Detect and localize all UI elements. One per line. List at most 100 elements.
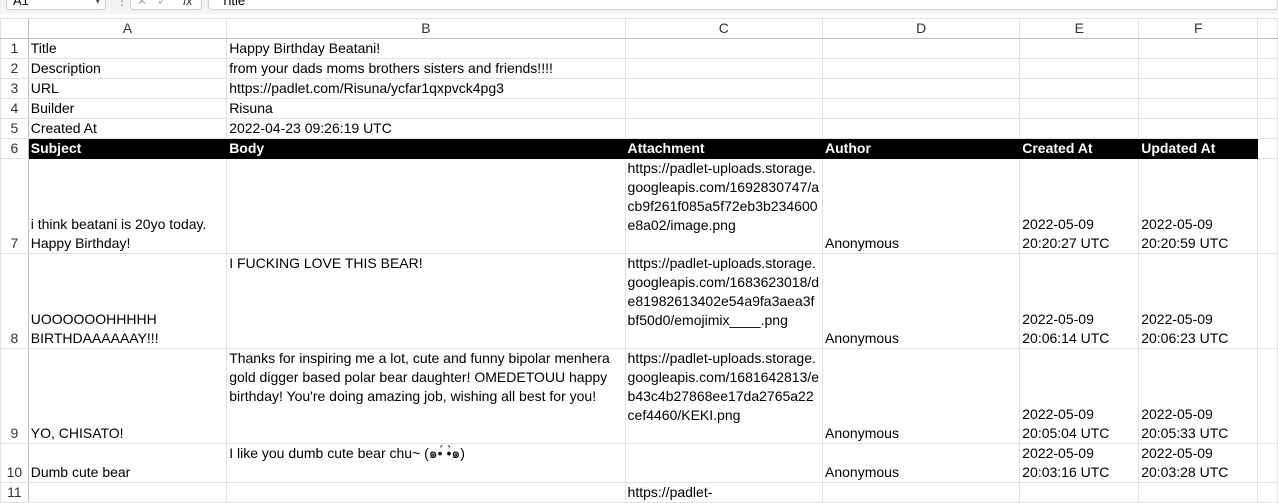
meta-value[interactable]: 2022-04-23 09:26:19 UTC [226,118,626,139]
cell[interactable] [1138,98,1259,119]
column-header-f[interactable]: F [1138,18,1259,39]
cell[interactable] [27,482,228,503]
column-header-g[interactable] [1257,18,1278,39]
subject-cell[interactable]: YO, CHISATO! [27,348,228,444]
meta-label[interactable]: URL [27,78,228,99]
cell[interactable] [1257,253,1278,349]
author-cell[interactable]: Anonymous [822,158,1021,254]
row-header[interactable]: 7 [0,158,29,254]
updated-at-cell[interactable]: 2022-05-09 20:05:33 UTC [1138,348,1259,444]
meta-label[interactable]: Title [27,38,228,59]
cell[interactable] [822,38,1021,59]
body-cell[interactable]: I FUCKING LOVE THIS BEAR! [226,253,626,349]
header-updated-at[interactable]: Updated At [1138,138,1259,159]
row-header[interactable]: 8 [0,253,29,349]
row-header[interactable]: 10 [0,443,29,483]
cell[interactable] [1019,58,1140,79]
author-cell[interactable]: Anonymous [822,443,1021,483]
cell[interactable] [1019,38,1140,59]
body-cell[interactable]: I like you dumb cute bear chu~ (๑•́ •̀๑) [226,443,626,483]
cell[interactable] [1257,443,1278,483]
body-cell[interactable] [226,158,626,254]
cell[interactable] [1138,78,1259,99]
meta-label[interactable]: Builder [27,98,228,119]
confirm-icon[interactable]: ✓ [157,0,167,9]
cell[interactable] [624,78,824,99]
cell[interactable] [1019,78,1140,99]
attachment-cell[interactable]: https://padlet-uploads.storage.googleapi… [624,348,824,444]
cell[interactable] [624,118,824,139]
cell[interactable] [1019,482,1140,503]
cell[interactable] [1138,58,1259,79]
cell[interactable] [1019,98,1140,119]
updated-at-cell[interactable]: 2022-05-09 20:06:23 UTC [1138,253,1259,349]
cell[interactable] [1257,138,1278,159]
row-header[interactable]: 9 [0,348,29,444]
cell[interactable] [624,98,824,119]
column-header-a[interactable]: A [27,18,228,39]
attachment-cell[interactable]: https://padlet-uploads.storage.googleapi… [624,158,824,254]
cell[interactable] [1019,118,1140,139]
attachment-cell[interactable]: https://padlet- [624,482,824,503]
cell[interactable] [1138,38,1259,59]
header-attachment[interactable]: Attachment [624,138,824,159]
cell[interactable] [1257,158,1278,254]
name-box[interactable]: A1 ▾ [6,0,106,10]
updated-at-cell[interactable]: 2022-05-09 20:03:28 UTC [1138,443,1259,483]
row-header[interactable]: 4 [0,98,29,119]
cell[interactable] [1257,58,1278,79]
meta-value[interactable]: Happy Birthday Beatani! [226,38,626,59]
header-author[interactable]: Author [822,138,1021,159]
author-cell[interactable]: Anonymous [822,348,1021,444]
meta-value[interactable]: from your dads moms brothers sisters and… [226,58,626,79]
cell[interactable] [624,38,824,59]
updated-at-cell[interactable]: 2022-05-09 20:20:59 UTC [1138,158,1259,254]
meta-label[interactable]: Created At [27,118,228,139]
subject-cell[interactable]: i think beatani is 20yo today. Happy Bir… [27,158,228,254]
meta-value[interactable]: Risuna [226,98,626,119]
column-header-d[interactable]: D [822,18,1021,39]
row-header[interactable]: 1 [0,38,29,59]
created-at-cell[interactable]: 2022-05-09 20:03:16 UTC [1019,443,1140,483]
header-subject[interactable]: Subject [27,138,228,159]
cell[interactable] [1138,118,1259,139]
cell[interactable] [822,482,1021,503]
cell[interactable] [1257,38,1278,59]
meta-label[interactable]: Description [27,58,228,79]
column-header-e[interactable]: E [1019,18,1140,39]
cancel-icon[interactable]: ✕ [137,0,147,9]
header-created-at[interactable]: Created At [1019,138,1140,159]
header-body[interactable]: Body [226,138,626,159]
fx-icon[interactable]: fx [183,0,192,9]
cell[interactable] [1138,482,1259,503]
body-cell[interactable]: Thanks for inspiring me a lot, cute and … [226,348,626,444]
row-header[interactable]: 6 [0,138,29,159]
created-at-cell[interactable]: 2022-05-09 20:06:14 UTC [1019,253,1140,349]
cell[interactable] [1257,482,1278,503]
row-header[interactable]: 11 [0,482,29,503]
column-header-b[interactable]: B [226,18,626,39]
attachment-cell[interactable]: https://padlet-uploads.storage.googleapi… [624,253,824,349]
subject-cell[interactable]: UOOOOOOHHHHH BIRTHDAAAAAAY!!! [27,253,228,349]
cell[interactable] [1257,348,1278,444]
author-cell[interactable]: Anonymous [822,253,1021,349]
cell[interactable] [822,98,1021,119]
row-header[interactable]: 2 [0,58,29,79]
chevron-down-icon[interactable]: ▾ [95,0,100,9]
created-at-cell[interactable]: 2022-05-09 20:05:04 UTC [1019,348,1140,444]
cell[interactable] [226,482,626,503]
subject-cell[interactable]: Dumb cute bear [27,443,228,483]
created-at-cell[interactable]: 2022-05-09 20:20:27 UTC [1019,158,1140,254]
cell[interactable] [822,78,1021,99]
cell[interactable] [624,58,824,79]
cell[interactable] [1257,98,1278,119]
cell[interactable] [822,58,1021,79]
column-header-c[interactable]: C [624,18,824,39]
cell[interactable] [1257,118,1278,139]
formula-input[interactable]: Title [208,0,1278,10]
row-header[interactable]: 5 [0,118,29,139]
attachment-cell[interactable] [624,443,824,483]
cell[interactable] [822,118,1021,139]
cell[interactable] [1257,78,1278,99]
row-header[interactable]: 3 [0,78,29,99]
